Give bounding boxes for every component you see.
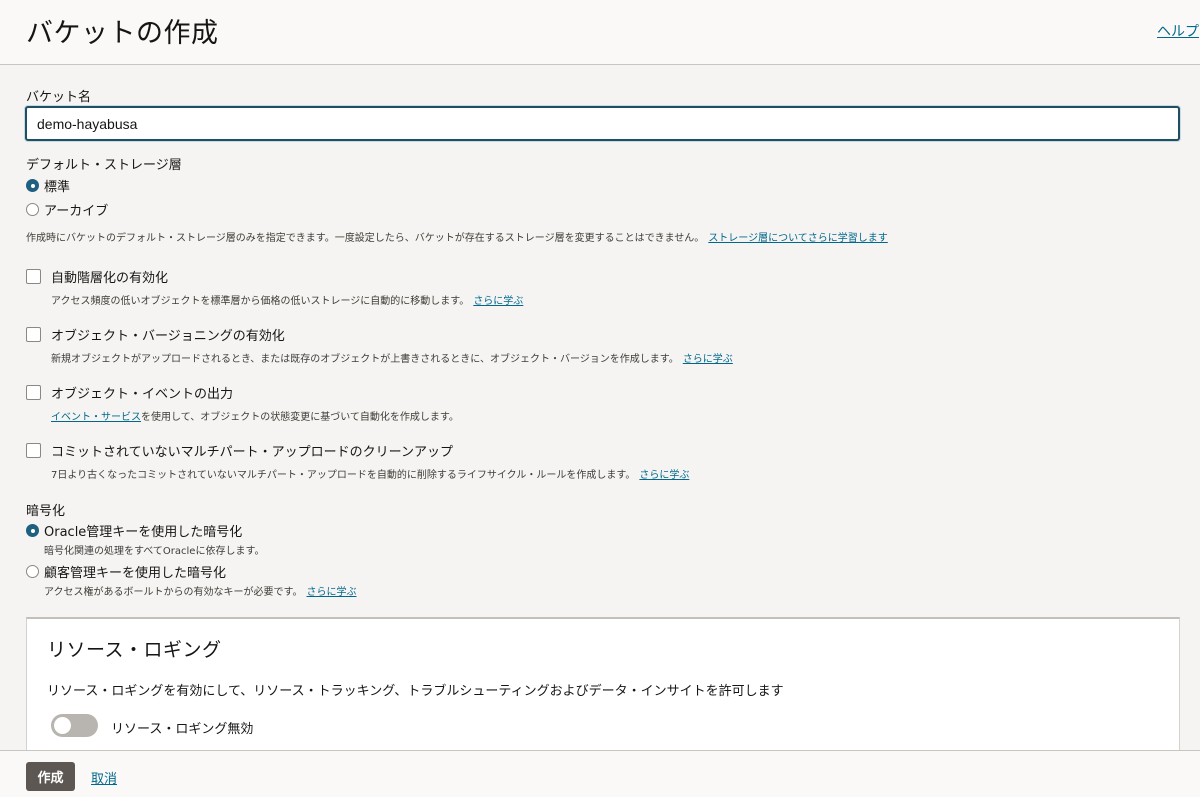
- radio-standard-indicator[interactable]: [26, 179, 39, 192]
- auto-tiering-help-text: アクセス頻度の低いオブジェクトを標準層から価格の低いストレージに自動的に移動しま…: [51, 296, 470, 307]
- auto-tiering-option[interactable]: 自動階層化の有効化: [26, 267, 168, 286]
- oracle-managed-help: 暗号化関連の処理をすべてOracleに依存します。: [44, 546, 265, 557]
- customer-managed-learn-link[interactable]: さらに学ぶ: [307, 587, 357, 598]
- versioning-label: オブジェクト・バージョニングの有効化: [51, 329, 285, 344]
- radio-standard-label: 標準: [44, 180, 71, 195]
- bucket-name-label: バケット名: [26, 90, 92, 105]
- object-events-checkbox[interactable]: [26, 385, 41, 400]
- page-header: バケットの作成 ヘルプ: [0, 0, 1200, 65]
- radio-oracle-managed-label: Oracle管理キーを使用した暗号化: [44, 525, 243, 540]
- multipart-cleanup-learn-link[interactable]: さらに学ぶ: [639, 470, 689, 481]
- radio-oracle-managed[interactable]: Oracle管理キーを使用した暗号化: [26, 521, 242, 540]
- resource-logging-panel: リソース・ロギング リソース・ロギングを有効にして、リソース・トラッキング、トラ…: [26, 617, 1180, 750]
- encryption-label: 暗号化: [26, 504, 66, 519]
- help-link[interactable]: ヘルプ: [1157, 21, 1199, 41]
- versioning-help: 新規オブジェクトがアップロードされるとき、または既存のオブジェクトが上書きされる…: [51, 350, 733, 365]
- create-button[interactable]: 作成: [26, 762, 75, 791]
- storage-tier-help-text: 作成時にバケットのデフォルト・ストレージ層のみを指定できます。一度設定したら、バ…: [26, 233, 705, 244]
- multipart-cleanup-checkbox[interactable]: [26, 443, 41, 458]
- radio-customer-managed-label: 顧客管理キーを使用した暗号化: [44, 566, 227, 581]
- form-content: バケット名 デフォルト・ストレージ層 標準 アーカイブ 作成時にバケットのデフォ…: [0, 66, 1200, 750]
- storage-tier-learn-link[interactable]: ストレージ層についてさらに学習します: [708, 233, 888, 244]
- bucket-name-input[interactable]: [25, 106, 1180, 141]
- storage-tier-help: 作成時にバケットのデフォルト・ストレージ層のみを指定できます。一度設定したら、バ…: [26, 229, 888, 244]
- page-footer: 作成 取消: [0, 750, 1200, 797]
- multipart-cleanup-label: コミットされていないマルチパート・アップロードのクリーンアップ: [51, 445, 453, 460]
- object-events-label: オブジェクト・イベントの出力: [51, 387, 234, 402]
- auto-tiering-help: アクセス頻度の低いオブジェクトを標準層から価格の低いストレージに自動的に移動しま…: [51, 292, 523, 307]
- resource-logging-toggle-label: リソース・ロギング無効: [111, 722, 254, 737]
- object-events-help: イベント・サービスを使用して、オブジェクトの状態変更に基づいて自動化を作成します…: [51, 408, 459, 423]
- object-events-option[interactable]: オブジェクト・イベントの出力: [26, 383, 233, 402]
- auto-tiering-learn-link[interactable]: さらに学ぶ: [473, 296, 523, 307]
- radio-archive-indicator[interactable]: [26, 203, 39, 216]
- radio-archive[interactable]: アーカイブ: [26, 200, 108, 219]
- customer-managed-help-text: アクセス権があるボールトからの有効なキーが必要です。: [44, 587, 303, 598]
- resource-logging-title: リソース・ロギング: [47, 639, 222, 661]
- customer-managed-help: アクセス権があるボールトからの有効なキーが必要です。 さらに学ぶ: [44, 583, 357, 598]
- versioning-checkbox[interactable]: [26, 327, 41, 342]
- multipart-cleanup-help-text: 7日より古くなったコミットされていないマルチパート・アップロードを自動的に削除す…: [51, 470, 636, 481]
- object-events-help-text: を使用して、オブジェクトの状態変更に基づいて自動化を作成します。: [141, 412, 459, 423]
- radio-customer-managed-indicator[interactable]: [26, 565, 39, 578]
- toggle-knob: [54, 717, 71, 734]
- auto-tiering-checkbox[interactable]: [26, 269, 41, 284]
- multipart-cleanup-help: 7日より古くなったコミットされていないマルチパート・アップロードを自動的に削除す…: [51, 466, 689, 481]
- radio-archive-label: アーカイブ: [44, 204, 109, 219]
- versioning-help-text: 新規オブジェクトがアップロードされるとき、または既存のオブジェクトが上書きされる…: [51, 354, 679, 365]
- page-title: バケットの作成: [26, 18, 219, 49]
- events-service-link[interactable]: イベント・サービス: [51, 412, 141, 423]
- versioning-option[interactable]: オブジェクト・バージョニングの有効化: [26, 325, 285, 344]
- versioning-learn-link[interactable]: さらに学ぶ: [683, 354, 733, 365]
- storage-tier-label: デフォルト・ストレージ層: [26, 158, 182, 173]
- resource-logging-toggle[interactable]: [51, 714, 98, 737]
- cancel-link[interactable]: 取消: [91, 768, 117, 787]
- resource-logging-description: リソース・ロギングを有効にして、リソース・トラッキング、トラブルシューティングお…: [47, 684, 784, 699]
- radio-oracle-managed-indicator[interactable]: [26, 524, 39, 537]
- multipart-cleanup-option[interactable]: コミットされていないマルチパート・アップロードのクリーンアップ: [26, 441, 453, 460]
- auto-tiering-label: 自動階層化の有効化: [51, 271, 169, 286]
- radio-customer-managed[interactable]: 顧客管理キーを使用した暗号化: [26, 562, 226, 581]
- radio-standard[interactable]: 標準: [26, 176, 70, 195]
